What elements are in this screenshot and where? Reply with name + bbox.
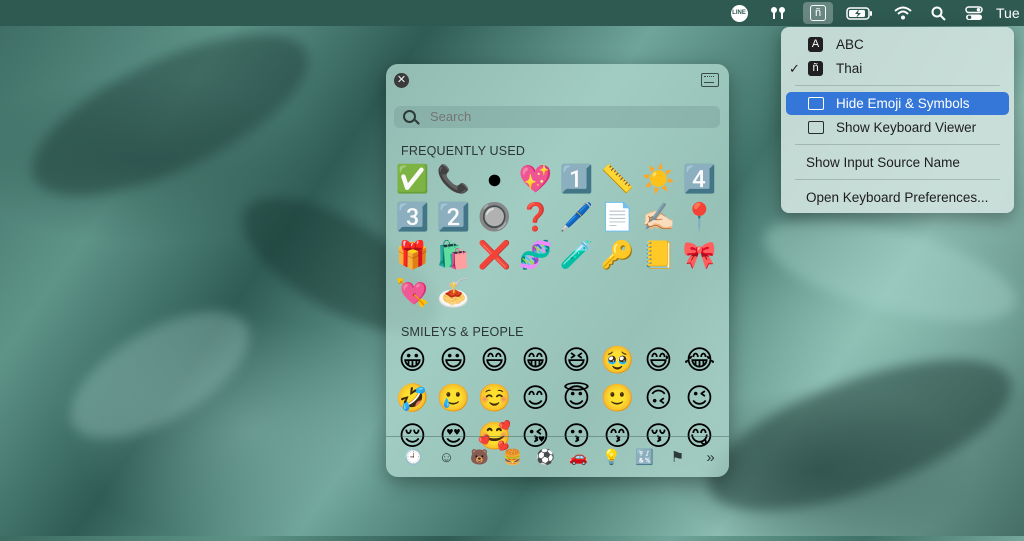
menu-item-label: ABC bbox=[836, 37, 864, 52]
emoji-cell[interactable]: 3️⃣ bbox=[392, 198, 433, 236]
menu-item-label: Show Keyboard Viewer bbox=[836, 120, 977, 135]
menu-separator bbox=[795, 179, 1000, 180]
emoji-cell[interactable]: 😉 bbox=[679, 379, 720, 417]
search-input[interactable] bbox=[430, 106, 710, 128]
menu-item-abc[interactable]: A ABC bbox=[786, 33, 1009, 56]
emoji-cell[interactable]: 4️⃣ bbox=[679, 160, 720, 198]
emoji-scroll-area[interactable]: FREQUENTLY USED ✅ 📞 ● 💖 1️⃣ 📏 ☀️ 4️⃣ 3️⃣ 2️⃣ 🔘 ❓ 🖊️ 📄… bbox=[386, 140, 729, 477]
menu-item-open-keyboard-preferences[interactable]: Open Keyboard Preferences... bbox=[786, 186, 1009, 209]
emoji-cell[interactable]: 😄 bbox=[474, 341, 515, 379]
emoji-cell[interactable]: 1️⃣ bbox=[556, 160, 597, 198]
menu-item-label: Open Keyboard Preferences... bbox=[806, 190, 989, 205]
menu-separator bbox=[795, 144, 1000, 145]
emoji-cell[interactable]: 🛍️ bbox=[433, 236, 474, 274]
emoji-cell[interactable]: ● bbox=[474, 160, 515, 198]
emoji-cell[interactable]: 📏 bbox=[597, 160, 638, 198]
control-center-icon[interactable] bbox=[963, 0, 985, 26]
emoji-cell[interactable]: ☺️ bbox=[474, 379, 515, 417]
menu-item-hide-emoji-symbols[interactable]: Hide Emoji & Symbols bbox=[786, 92, 1009, 115]
emoji-cell[interactable]: 😅 bbox=[638, 341, 679, 379]
menu-item-label: Hide Emoji & Symbols bbox=[836, 96, 970, 111]
emoji-cell[interactable]: ✅ bbox=[392, 160, 433, 198]
emoji-cell[interactable]: 😁 bbox=[515, 341, 556, 379]
menu-item-show-input-source-name[interactable]: Show Input Source Name bbox=[786, 151, 1009, 174]
emoji-cell[interactable]: ❓ bbox=[515, 198, 556, 236]
emoji-cell[interactable]: 😃 bbox=[433, 341, 474, 379]
emoji-cell[interactable]: 🧪 bbox=[556, 236, 597, 274]
battery-icon[interactable] bbox=[845, 0, 875, 26]
menu-item-label: Thai bbox=[836, 61, 863, 76]
frequently-used-grid: ✅ 📞 ● 💖 1️⃣ 📏 ☀️ 4️⃣ 3️⃣ 2️⃣ 🔘 ❓ 🖊️ 📄 ✍🏻 📍 🎁 🛍️ ❌ 🧬 🧪 🔑 📒 🎀 💘 🍝 bbox=[392, 160, 722, 312]
emoji-symbols-panel: ✕ FREQUENTLY USED ✅📞●💖1️⃣📏☀️4️⃣ 3️⃣2️⃣🔘❓🖊… bbox=[386, 64, 729, 477]
emoji-viewer-icon bbox=[808, 97, 824, 110]
emoji-cell[interactable]: 🙃 bbox=[638, 379, 679, 417]
emoji-cell[interactable]: 😊 bbox=[515, 379, 556, 417]
emoji-cell[interactable]: 📒 bbox=[638, 236, 679, 274]
symbols-icon[interactable]: 🔣 bbox=[628, 445, 661, 469]
line-app-icon[interactable]: LINE bbox=[729, 0, 749, 26]
smileys-icon[interactable]: ☺ bbox=[430, 445, 463, 469]
more-categories-icon[interactable]: » bbox=[694, 445, 727, 469]
emoji-cell[interactable]: 🔘 bbox=[474, 198, 515, 236]
wifi-icon[interactable] bbox=[892, 0, 914, 26]
animals-icon[interactable]: 🐻 bbox=[463, 445, 496, 469]
input-source-menu-button[interactable]: ñ bbox=[803, 2, 833, 24]
emoji-cell[interactable]: 🧬 bbox=[515, 236, 556, 274]
emoji-cell[interactable]: 🎁 bbox=[392, 236, 433, 274]
emoji-cell[interactable]: 🎀 bbox=[679, 236, 720, 274]
menu-item-show-keyboard-viewer[interactable]: Show Keyboard Viewer bbox=[786, 116, 1009, 139]
emoji-cell[interactable]: 📍 bbox=[679, 198, 720, 236]
close-icon[interactable]: ✕ bbox=[394, 73, 409, 88]
keyboard-icon bbox=[808, 121, 824, 134]
emoji-search-field[interactable] bbox=[394, 106, 720, 128]
emoji-cell[interactable]: 😆 bbox=[556, 341, 597, 379]
objects-icon[interactable]: 💡 bbox=[595, 445, 628, 469]
emoji-cell[interactable]: 🙂 bbox=[597, 379, 638, 417]
emoji-cell[interactable]: 😀 bbox=[392, 341, 433, 379]
activity-icon[interactable]: ⚽ bbox=[529, 445, 562, 469]
flags-icon[interactable]: ⚑ bbox=[661, 445, 694, 469]
menu-item-label: Show Input Source Name bbox=[806, 155, 960, 170]
emoji-cell[interactable]: 2️⃣ bbox=[433, 198, 474, 236]
food-icon[interactable]: 🍔 bbox=[496, 445, 529, 469]
spotlight-search-icon[interactable] bbox=[928, 0, 948, 26]
category-bar: 🕘 ☺ 🐻 🍔 ⚽ 🚗 💡 🔣 ⚑» bbox=[386, 436, 729, 477]
emoji-cell[interactable]: 🥲 bbox=[433, 379, 474, 417]
emoji-cell[interactable]: 🍝 bbox=[433, 274, 474, 312]
section-title-frequently-used: FREQUENTLY USED bbox=[401, 144, 526, 158]
abc-input-icon: A bbox=[808, 37, 823, 52]
input-source-menu: A ABC ✓ ñ Thai Hide Emoji & Symbols Show… bbox=[781, 27, 1014, 213]
emoji-cell[interactable]: 🖊️ bbox=[556, 198, 597, 236]
airpods-icon[interactable] bbox=[768, 0, 788, 26]
emoji-cell[interactable]: 💘 bbox=[392, 274, 433, 312]
menubar-clock[interactable]: Tue bbox=[996, 0, 1024, 26]
travel-icon[interactable]: 🚗 bbox=[562, 445, 595, 469]
emoji-cell[interactable]: 🔑 bbox=[597, 236, 638, 274]
emoji-cell[interactable]: 📄 bbox=[597, 198, 638, 236]
emoji-cell[interactable]: ❌ bbox=[474, 236, 515, 274]
section-title-smileys-people: SMILEYS & PEOPLE bbox=[401, 325, 524, 339]
search-icon bbox=[403, 110, 416, 123]
thai-input-icon: ñ bbox=[808, 61, 823, 76]
menu-item-thai[interactable]: ✓ ñ Thai bbox=[786, 57, 1009, 80]
recent-icon[interactable]: 🕘 bbox=[397, 445, 430, 469]
emoji-cell[interactable]: ☀️ bbox=[638, 160, 679, 198]
checkmark-icon: ✓ bbox=[789, 60, 800, 76]
emoji-cell[interactable]: 😂 bbox=[679, 341, 720, 379]
emoji-cell[interactable]: 📞 bbox=[433, 160, 474, 198]
character-viewer-toggle-icon[interactable] bbox=[701, 73, 719, 87]
menu-separator bbox=[795, 85, 1000, 86]
emoji-cell[interactable]: ✍🏻 bbox=[638, 198, 679, 236]
menu-bar: LINE ñ Tue bbox=[0, 0, 1024, 26]
emoji-cell[interactable]: 💖 bbox=[515, 160, 556, 198]
emoji-cell[interactable]: 🤣 bbox=[392, 379, 433, 417]
emoji-cell[interactable]: 😇 bbox=[556, 379, 597, 417]
emoji-cell[interactable]: 🥹 bbox=[597, 341, 638, 379]
